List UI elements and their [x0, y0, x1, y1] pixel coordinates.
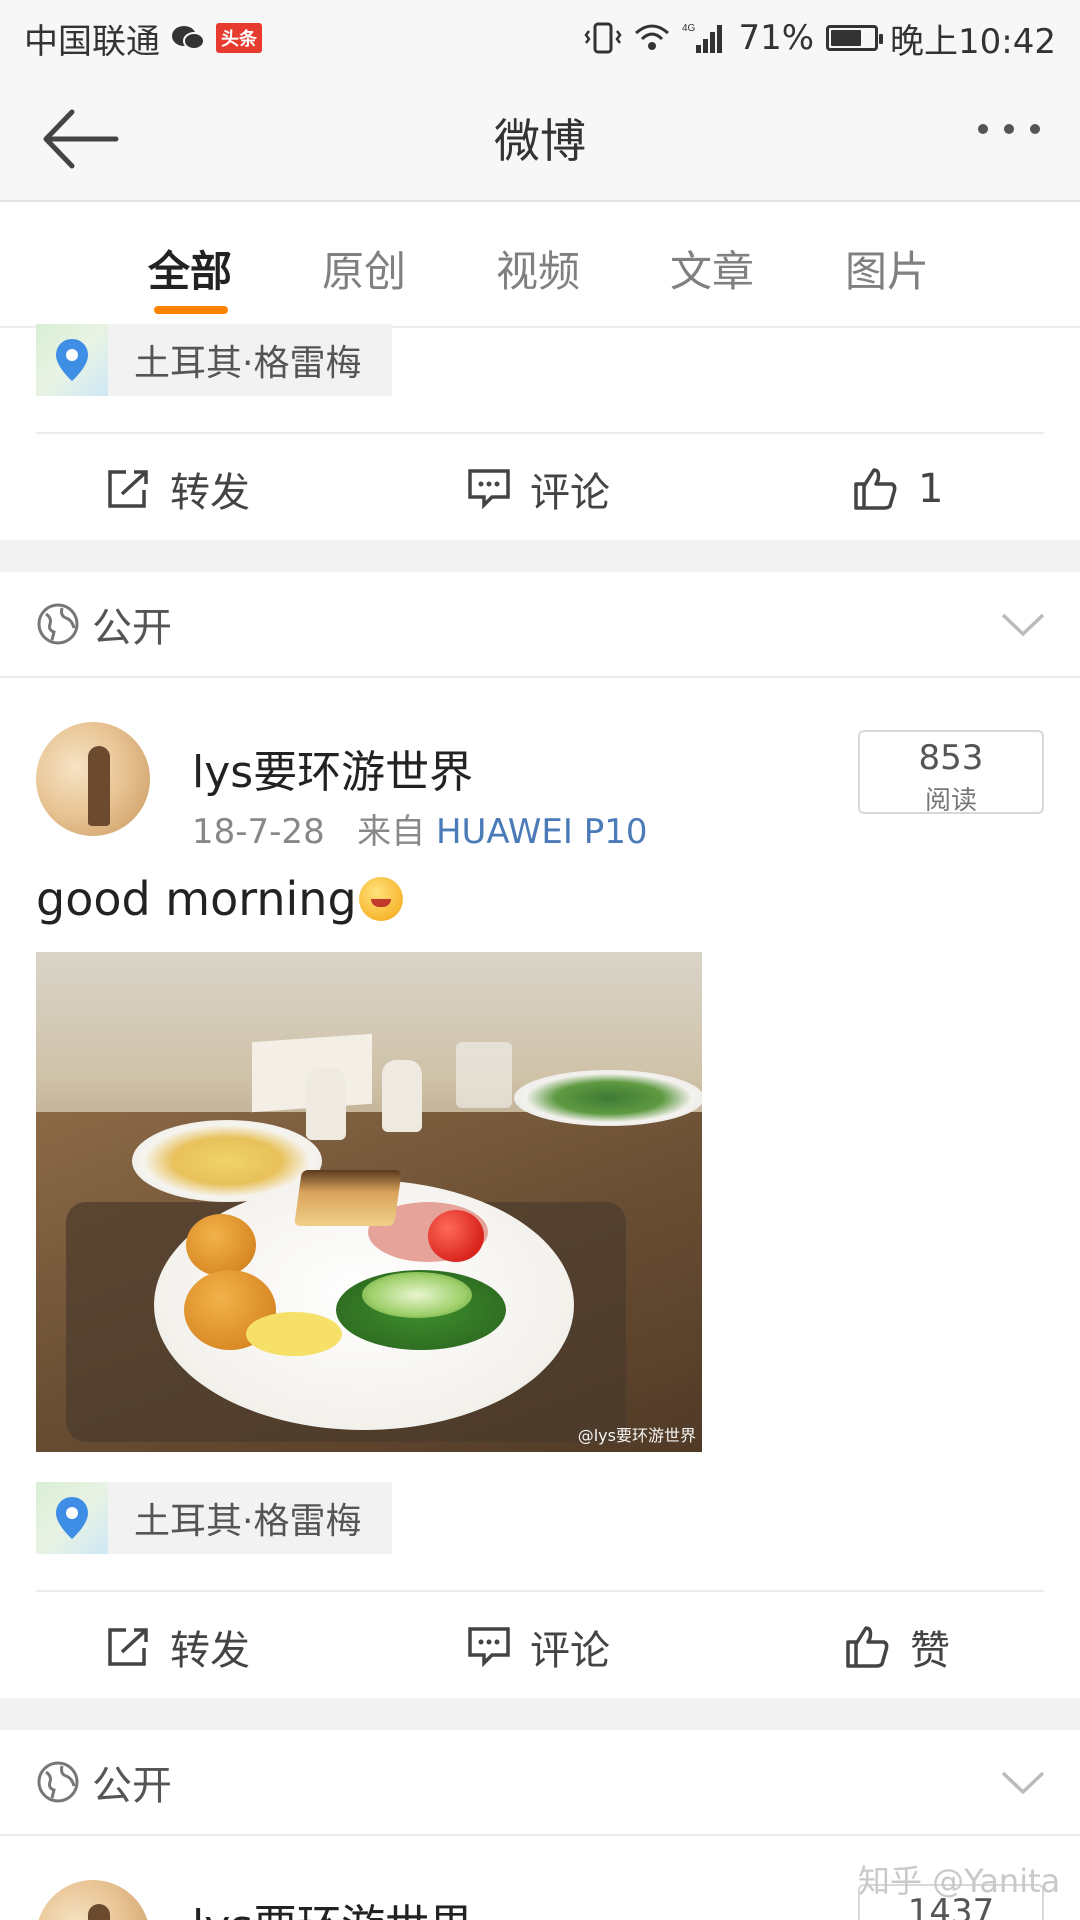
status-bar: 中国联通 头条 4G 71% 晚上10:42 — [0, 0, 1080, 76]
status-right: 4G 71% 晚上10:42 — [584, 14, 1056, 63]
post-action-bar: 转发 评论 1 — [0, 436, 1080, 542]
avatar-figure — [88, 746, 110, 826]
battery-fill — [831, 30, 861, 46]
image-cake — [294, 1170, 402, 1226]
signal-icon: 4G — [682, 23, 723, 53]
repost-icon — [108, 1628, 148, 1666]
tab-image[interactable]: 图片 — [845, 238, 929, 299]
location-map-thumb — [36, 324, 108, 396]
image-side-plate — [514, 1070, 702, 1126]
status-left: 中国联通 头条 — [24, 14, 262, 63]
globe-icon — [37, 603, 79, 645]
toutiao-badge: 头条 — [216, 23, 262, 53]
visibility-row[interactable]: 公开 — [0, 1730, 1080, 1836]
repost-button[interactable]: 转发 — [106, 460, 250, 518]
comment-button[interactable]: 评论 — [466, 1618, 610, 1676]
post-text-content: good morning — [36, 872, 357, 926]
read-count: 853 — [918, 738, 984, 778]
repost-button[interactable]: 转发 — [106, 1618, 250, 1676]
like-button[interactable]: 赞 — [844, 1618, 950, 1676]
svg-text:4G: 4G — [682, 23, 696, 34]
chevron-down-icon[interactable] — [1000, 1770, 1046, 1796]
avatar[interactable] — [36, 1880, 150, 1920]
post-date: 18-7-28 — [192, 812, 325, 852]
image-egg — [246, 1312, 342, 1356]
location-label: 土耳其·格雷梅 — [134, 1501, 362, 1542]
visibility-label: 公开 — [92, 605, 172, 651]
comment-label: 评论 — [530, 1628, 610, 1674]
visibility-row[interactable]: 公开 — [0, 572, 1080, 678]
post-meta: 18-7-28 来自 HUAWEI P10 — [192, 804, 648, 853]
avatar[interactable] — [36, 722, 150, 836]
image-watermark: @lys要环游世界 — [577, 1426, 696, 1445]
clock: 晚上10:42 — [890, 21, 1056, 62]
tab-all[interactable]: 全部 — [148, 238, 232, 299]
username[interactable]: lys要环游世界 — [192, 1890, 473, 1920]
username[interactable]: lys要环游世界 — [192, 736, 473, 800]
avatar-figure — [88, 1904, 110, 1920]
comment-label: 评论 — [530, 470, 610, 516]
post-separator — [0, 1698, 1080, 1730]
hug-emoji-icon — [358, 877, 403, 921]
read-label: 阅读 — [924, 786, 977, 816]
like-button[interactable]: 1 — [852, 466, 943, 512]
carrier-label: 中国联通 — [24, 21, 160, 62]
tab-article[interactable]: 文章 — [670, 238, 754, 299]
post-separator — [0, 540, 1080, 572]
overlay-watermark: 知乎 @Yanita — [858, 1862, 1061, 1900]
image-tomato — [428, 1210, 484, 1262]
post-source[interactable]: HUAWEI P10 — [436, 812, 648, 852]
chevron-down-icon[interactable] — [1000, 612, 1046, 638]
image-bread — [186, 1214, 256, 1276]
comment-icon — [468, 1627, 510, 1668]
tab-active-indicator — [154, 306, 228, 314]
page-title: 微博 — [494, 114, 586, 168]
dot — [978, 124, 988, 134]
dot — [1004, 124, 1014, 134]
repost-label: 转发 — [170, 470, 250, 516]
repost-icon — [108, 470, 148, 508]
repost-label: 转发 — [170, 1628, 250, 1674]
image-glass — [456, 1042, 512, 1108]
location-chip[interactable]: 土耳其·格雷梅 — [36, 1482, 392, 1554]
image-shaker — [382, 1060, 422, 1132]
location-pin-icon — [56, 339, 88, 381]
image-shaker — [306, 1068, 346, 1140]
thumbs-up-icon — [846, 1626, 889, 1668]
title-bar: 微博 — [0, 76, 1080, 202]
visibility-label: 公开 — [92, 1763, 172, 1809]
tab-original[interactable]: 原创 — [322, 238, 406, 299]
globe-icon — [37, 1761, 79, 1803]
divider — [36, 432, 1044, 434]
wifi-icon — [635, 24, 670, 50]
image-cucumber — [362, 1272, 472, 1318]
like-label: 赞 — [910, 1628, 950, 1674]
vibrate-icon — [584, 22, 622, 54]
battery-percent: 71% — [738, 18, 815, 58]
divider — [36, 1590, 1044, 1592]
post-image[interactable]: @lys要环游世界 — [36, 952, 702, 1452]
dot — [1030, 124, 1040, 134]
location-label: 土耳其·格雷梅 — [134, 343, 362, 384]
location-pin-icon — [56, 1497, 88, 1539]
comment-button[interactable]: 评论 — [466, 460, 610, 518]
wechat-icon — [172, 26, 205, 50]
tab-bar: 全部 原创 视频 文章 图片 — [0, 202, 1080, 328]
like-count: 1 — [918, 466, 944, 512]
more-dots-icon[interactable] — [978, 124, 1040, 134]
location-chip[interactable]: 土耳其·格雷梅 — [36, 324, 392, 396]
tab-video[interactable]: 视频 — [496, 238, 580, 299]
comment-icon — [468, 469, 510, 510]
read-count-box: 853 阅读 — [858, 730, 1044, 816]
battery-icon — [826, 25, 884, 51]
thumbs-up-icon — [854, 468, 897, 510]
back-arrow-icon[interactable] — [40, 106, 120, 172]
post-text: good morning — [36, 872, 403, 926]
source-prefix: 来自 — [357, 812, 426, 852]
location-map-thumb — [36, 1482, 108, 1554]
post-action-bar: 转发 评论 赞 — [0, 1594, 1080, 1700]
